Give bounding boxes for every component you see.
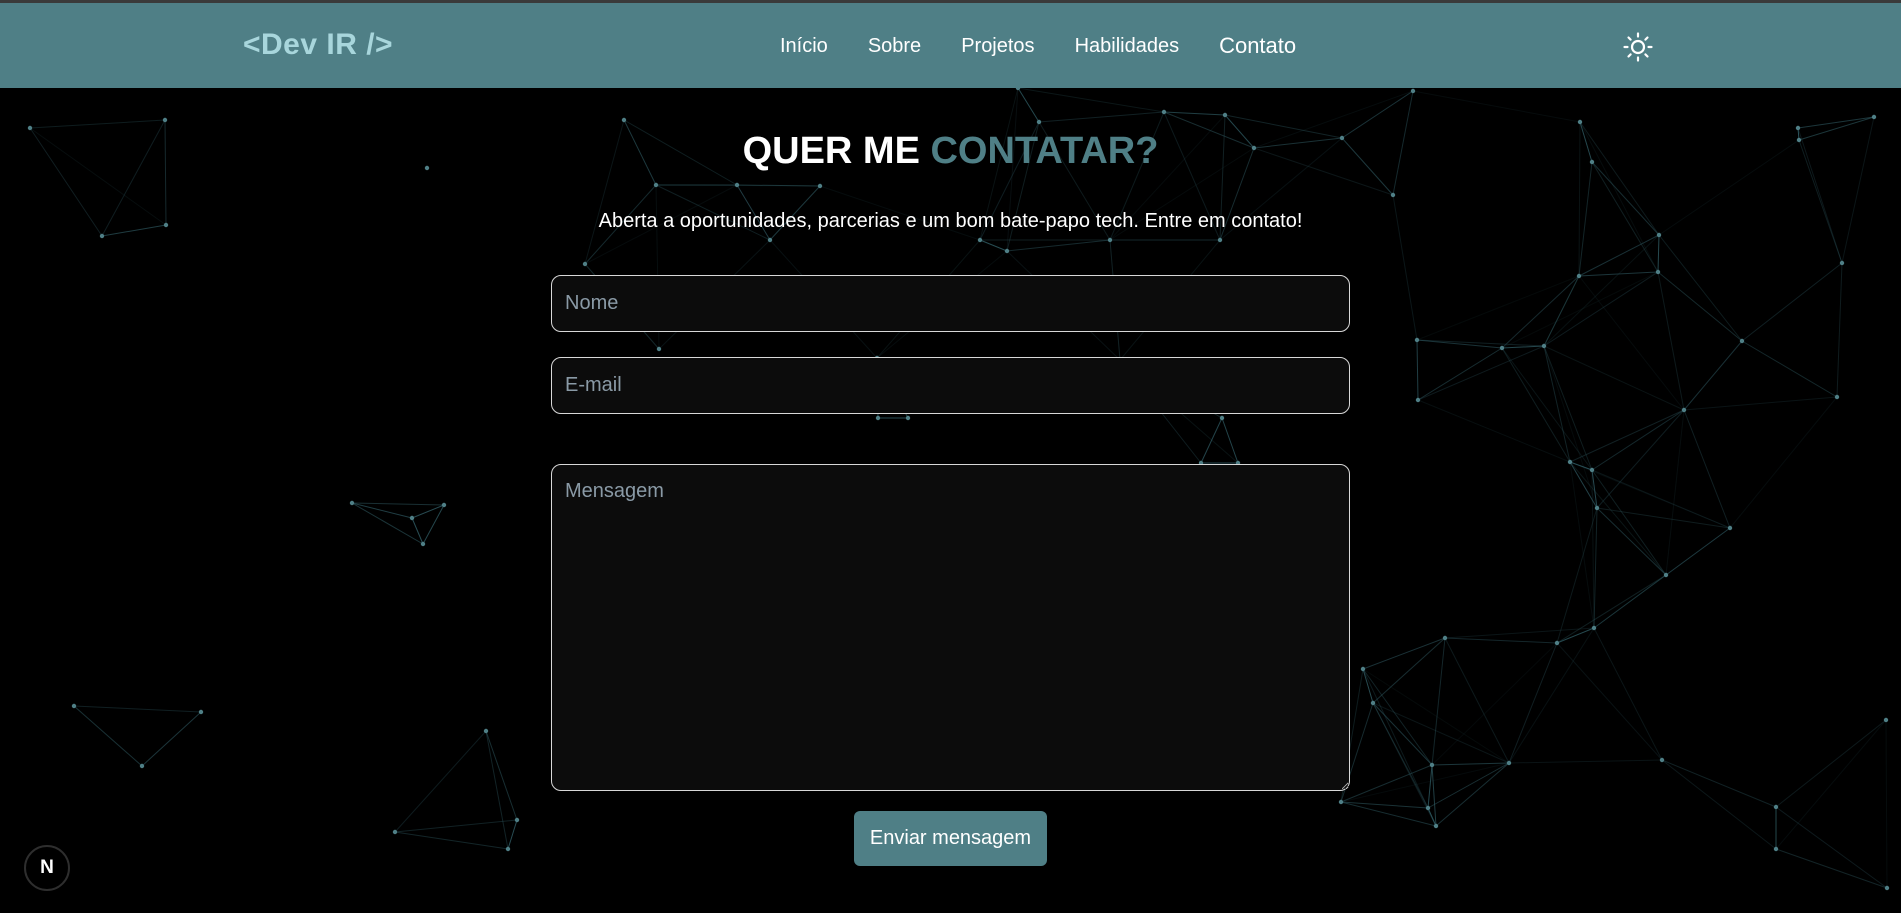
navbar: <Dev IR /> Início Sobre Projetos Habilid… xyxy=(0,3,1901,88)
title-main: QUER ME xyxy=(742,130,920,172)
message-textarea[interactable] xyxy=(551,464,1350,791)
nav-inicio[interactable]: Início xyxy=(780,35,828,58)
nav-contato[interactable]: Contato xyxy=(1219,33,1296,59)
nav-sobre[interactable]: Sobre xyxy=(868,35,921,58)
sun-icon xyxy=(1623,32,1653,62)
email-input[interactable] xyxy=(551,357,1350,414)
send-message-button[interactable]: Enviar mensagem xyxy=(854,811,1047,866)
name-input[interactable] xyxy=(551,275,1350,332)
title-accent: CONTATAR? xyxy=(930,130,1159,172)
nav-projetos[interactable]: Projetos xyxy=(961,35,1034,58)
main-nav: Início Sobre Projetos Habilidades Contat… xyxy=(780,33,1336,59)
nextjs-badge[interactable]: N xyxy=(24,845,70,891)
contact-title: QUER ME CONTATAR? xyxy=(0,130,1901,173)
theme-toggle-button[interactable] xyxy=(1621,30,1655,64)
nav-habilidades[interactable]: Habilidades xyxy=(1075,35,1180,58)
contact-subtitle: Aberta a oportunidades, parcerias e um b… xyxy=(598,210,1303,232)
site-logo[interactable]: <Dev IR /> xyxy=(243,28,393,62)
